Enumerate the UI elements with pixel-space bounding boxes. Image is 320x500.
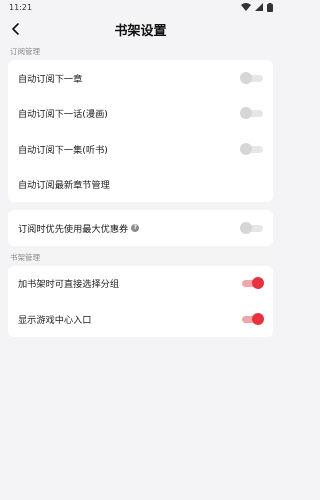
setting-row-auto-next-comic[interactable]: 自动订阅下一话(漫画)	[8, 96, 273, 132]
setting-label-with-help: 订阅时优先使用最大优惠券 ?	[18, 221, 140, 235]
setting-label: 显示游戏中心入口	[18, 314, 92, 326]
setting-label: 自动订阅下一集(听书)	[18, 144, 108, 156]
toggle-max-coupon[interactable]	[240, 221, 264, 234]
setting-row-max-coupon[interactable]: 订阅时优先使用最大优惠券 ?	[8, 210, 273, 246]
setting-label: 自动订阅最新章节管理	[18, 180, 110, 192]
section-label-bookshelf: 书架管理	[10, 252, 40, 262]
setting-row-auto-next-chapter[interactable]: 自动订阅下一章	[8, 60, 273, 96]
status-bar: 11:21	[0, 0, 281, 14]
battery-icon	[267, 2, 273, 12]
setting-row-latest-chapter-management[interactable]: 自动订阅最新章节管理	[8, 167, 273, 203]
back-arrow-icon	[11, 20, 21, 39]
signal-icon	[255, 3, 263, 11]
nav-bar: 书架设置	[0, 14, 281, 44]
status-icons	[241, 2, 273, 12]
setting-row-game-center[interactable]: 显示游戏中心入口	[8, 301, 273, 337]
setting-label: 自动订阅下一章	[18, 73, 83, 85]
subscription-card: 自动订阅下一章 自动订阅下一话(漫画) 自动订阅下一集(听书) 自动订阅最新章节…	[8, 60, 273, 202]
setting-label: 加书架时可直接选择分组	[18, 279, 120, 291]
coupon-card: 订阅时优先使用最大优惠券 ?	[8, 210, 273, 246]
wifi-icon	[241, 3, 251, 11]
toggle-game-center[interactable]	[240, 312, 264, 325]
setting-row-auto-next-audio[interactable]: 自动订阅下一集(听书)	[8, 131, 273, 167]
page-title: 书架设置	[114, 23, 167, 39]
setting-row-select-group[interactable]: 加书架时可直接选择分组	[8, 266, 273, 302]
status-time: 11:21	[9, 2, 33, 12]
section-label-subscription: 订阅管理	[10, 47, 40, 56]
toggle-auto-next-chapter[interactable]	[240, 71, 264, 84]
setting-label: 自动订阅下一话(漫画)	[18, 109, 108, 121]
bookshelf-card: 加书架时可直接选择分组 显示游戏中心入口	[8, 265, 273, 337]
toggle-select-group[interactable]	[240, 277, 264, 290]
setting-label: 订阅时优先使用最大优惠券	[18, 223, 129, 235]
help-circle-icon[interactable]: ?	[131, 223, 140, 232]
toggle-auto-next-comic[interactable]	[240, 107, 264, 120]
toggle-auto-next-audio[interactable]	[240, 142, 264, 155]
back-button[interactable]	[6, 19, 26, 39]
